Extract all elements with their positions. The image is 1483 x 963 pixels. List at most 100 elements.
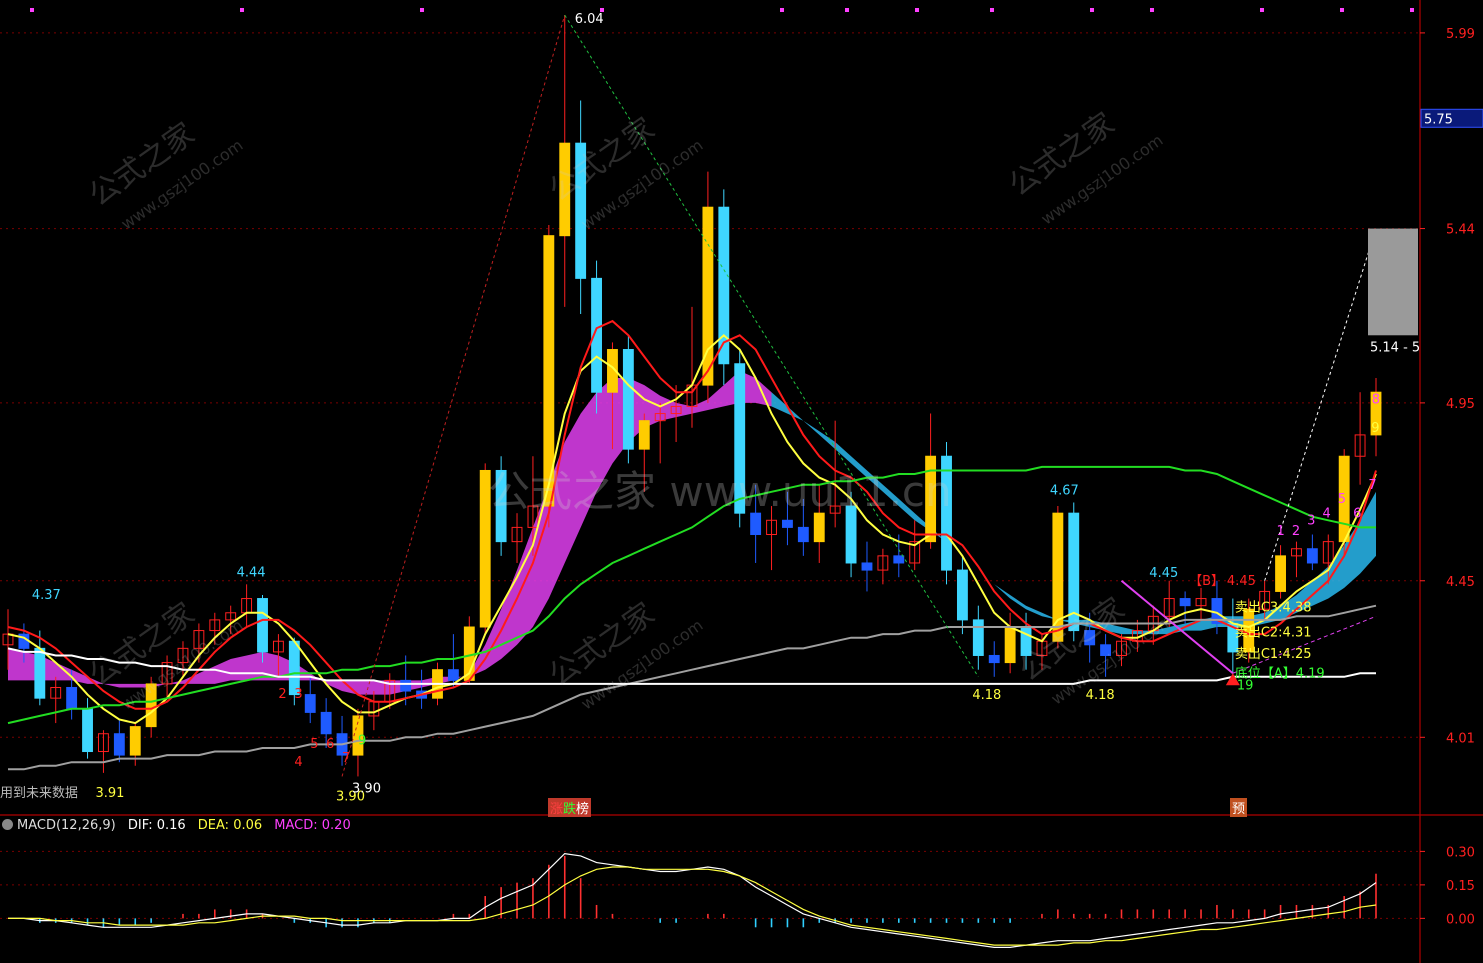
candle-body [145, 683, 157, 728]
macd-axis-label: 0.00 [1446, 912, 1475, 927]
candle-body [813, 512, 825, 543]
dea-label: DEA: 0.06 [197, 818, 263, 833]
rank-badge[interactable]: 涨跌榜 [548, 798, 592, 817]
price-axis: 5.99 5.44 4.95 4.45 4.01 5.75 5.14 - 5 [1370, 27, 1483, 746]
macd-axis-label: 0.30 [1446, 845, 1475, 860]
candle-body [988, 654, 1000, 664]
macd-name: MACD(12,26,9) [17, 818, 116, 833]
count-number: 5 [1338, 492, 1346, 507]
label-391: 3.91 [95, 786, 124, 801]
candle-body [113, 733, 125, 756]
label-467: 4.67 [1050, 483, 1079, 498]
macd-header: MACD(12,26,9) DIF: 0.16 DEA: 0.06 MACD: … [0, 818, 359, 836]
counter-digit: 6 [326, 737, 334, 752]
top-marker [1340, 8, 1344, 12]
candle-body [66, 686, 78, 710]
count-number: 8 [1372, 393, 1380, 408]
label-390b: 3.90 [352, 781, 381, 796]
candle-body [782, 519, 793, 528]
target-box [1368, 228, 1418, 336]
candle-body [1306, 548, 1318, 564]
candle-body [257, 598, 268, 653]
candle-body [559, 142, 571, 237]
counter-digit: 3 [294, 687, 302, 702]
axis-label: 4.45 [1446, 575, 1475, 590]
label-sell-c2: 卖出C2:4.31 [1235, 626, 1312, 641]
candle-body [304, 694, 316, 713]
candle-body [1084, 630, 1096, 646]
count-number: 7 [1368, 478, 1376, 493]
label-19: 19 [1237, 678, 1254, 693]
future-data-note: 用到未来数据 [0, 786, 79, 801]
candle-body [129, 726, 141, 756]
candle-body [575, 142, 587, 279]
top-marker [420, 8, 424, 12]
candle-body [1020, 626, 1032, 656]
candle-body [400, 679, 412, 692]
dif-label: DIF: 0.16 [127, 818, 186, 833]
top-marker [240, 8, 244, 12]
candle-body [447, 669, 459, 681]
rank-badge-up: 涨 [550, 802, 564, 817]
top-marker [30, 8, 34, 12]
counter-digit: 9 [358, 733, 366, 748]
label-b: 【B】 [1189, 574, 1224, 589]
label-444: 4.44 [237, 565, 266, 580]
label-high: 6.04 [575, 12, 604, 27]
rank-badge-down: 跌 [563, 802, 577, 817]
counter-digit: 2 [278, 687, 286, 702]
label-418a: 4.18 [972, 688, 1001, 703]
top-marker [1150, 8, 1154, 12]
candle-body [941, 455, 952, 571]
candle-body [320, 711, 332, 735]
candle-body [1100, 644, 1112, 656]
candle-body [1275, 555, 1286, 592]
counter-digit: 7 [342, 751, 350, 766]
dea-line [8, 866, 1377, 946]
top-marker [990, 8, 994, 12]
candle-body [638, 420, 650, 450]
label-445b: 4.45 [1227, 574, 1256, 589]
zigzag-down [564, 14, 979, 678]
top-marker [1410, 8, 1414, 12]
zigzag-guides [341, 14, 1418, 777]
count-number: 1 [1277, 524, 1285, 539]
candle-body [495, 469, 507, 543]
candle-body [479, 469, 491, 628]
candle-body [1004, 626, 1016, 664]
rank-badge-text: 榜 [576, 802, 590, 817]
top-marker [845, 8, 849, 12]
label-sell-c1: 卖出C1:4.25 [1235, 647, 1312, 662]
ribbon-magenta [8, 370, 772, 695]
count-number: 9 [1371, 421, 1379, 436]
candle-body [845, 505, 857, 564]
candle-body [893, 555, 905, 564]
candle-body [797, 526, 809, 543]
candle-body [82, 708, 93, 753]
axis-label: 5.44 [1446, 223, 1475, 238]
count-number: 4 [1322, 506, 1330, 521]
collapse-icon[interactable] [2, 819, 13, 830]
top-marker [600, 8, 604, 12]
candle-body [622, 349, 634, 450]
candle-body [1052, 512, 1064, 642]
label-437: 4.37 [32, 588, 61, 603]
counter-digit: 5 [310, 737, 318, 752]
candle-body [734, 363, 746, 514]
count-number: 2 [1292, 524, 1300, 539]
forecast-badge[interactable]: 预 [1230, 798, 1248, 817]
count-number: 6 [1353, 506, 1361, 521]
label-sell-c3: 卖出C3:4.38 [1235, 601, 1312, 616]
candle-body [34, 647, 46, 699]
top-marker [1090, 8, 1094, 12]
candlestick-series [2, 15, 1382, 777]
candle-body [925, 455, 937, 543]
axis-label: 5.99 [1446, 27, 1475, 42]
candle-body [956, 569, 968, 621]
macd-axis-label: 0.15 [1446, 879, 1475, 894]
target-range-label: 5.14 - 5 [1370, 340, 1420, 355]
label-418b: 4.18 [1086, 688, 1115, 703]
top-marker [780, 8, 784, 12]
label-445: 4.45 [1149, 566, 1178, 581]
candle-body [1179, 598, 1191, 607]
